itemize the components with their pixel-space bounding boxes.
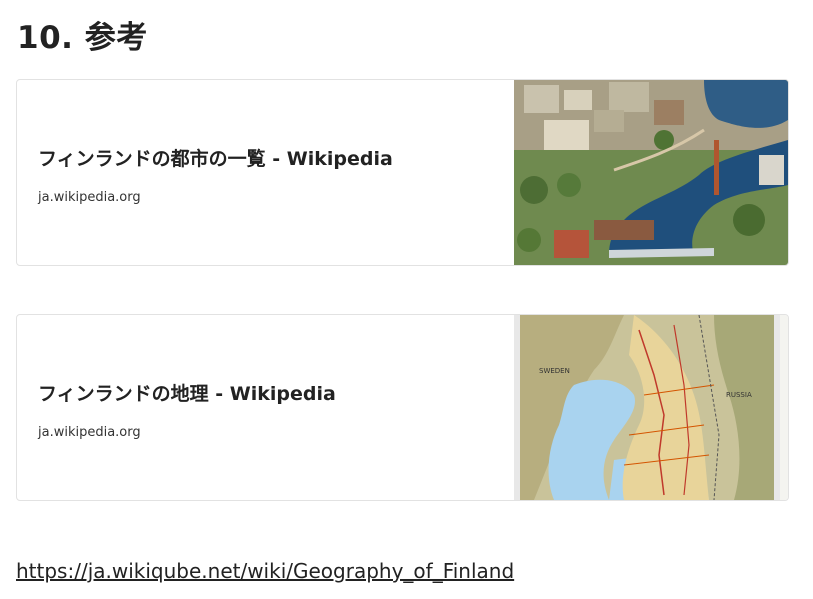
section-heading: 10. 参考 bbox=[17, 20, 148, 56]
geography-of-finland-link[interactable]: https://ja.wikiqube.net/wiki/Geography_o… bbox=[16, 559, 514, 583]
card-title[interactable]: フィンランドの都市の一覧 - Wikipedia bbox=[38, 144, 393, 171]
finland-map: SWEDEN RUSSIA bbox=[514, 315, 788, 500]
aerial-city-photo bbox=[514, 80, 788, 265]
card-text: フィンランドの地理 - Wikipedia ja.wikipedia.org bbox=[38, 315, 508, 500]
link-card-finland-geography[interactable]: フィンランドの地理 - Wikipedia ja.wikipedia.org S… bbox=[16, 314, 789, 501]
map-label-russia: RUSSIA bbox=[726, 391, 752, 399]
card-thumbnail-finland-map[interactable]: SWEDEN RUSSIA bbox=[514, 315, 788, 500]
map-label-sweden: SWEDEN bbox=[539, 367, 570, 375]
card-domain: ja.wikipedia.org bbox=[38, 425, 141, 440]
link-card-finland-cities[interactable]: フィンランドの都市の一覧 - Wikipedia ja.wikipedia.or… bbox=[16, 79, 789, 266]
card-title[interactable]: フィンランドの地理 - Wikipedia bbox=[38, 379, 336, 406]
card-text: フィンランドの都市の一覧 - Wikipedia ja.wikipedia.or… bbox=[38, 80, 508, 265]
card-thumbnail-aerial-city[interactable] bbox=[514, 80, 788, 265]
card-domain: ja.wikipedia.org bbox=[38, 190, 141, 205]
